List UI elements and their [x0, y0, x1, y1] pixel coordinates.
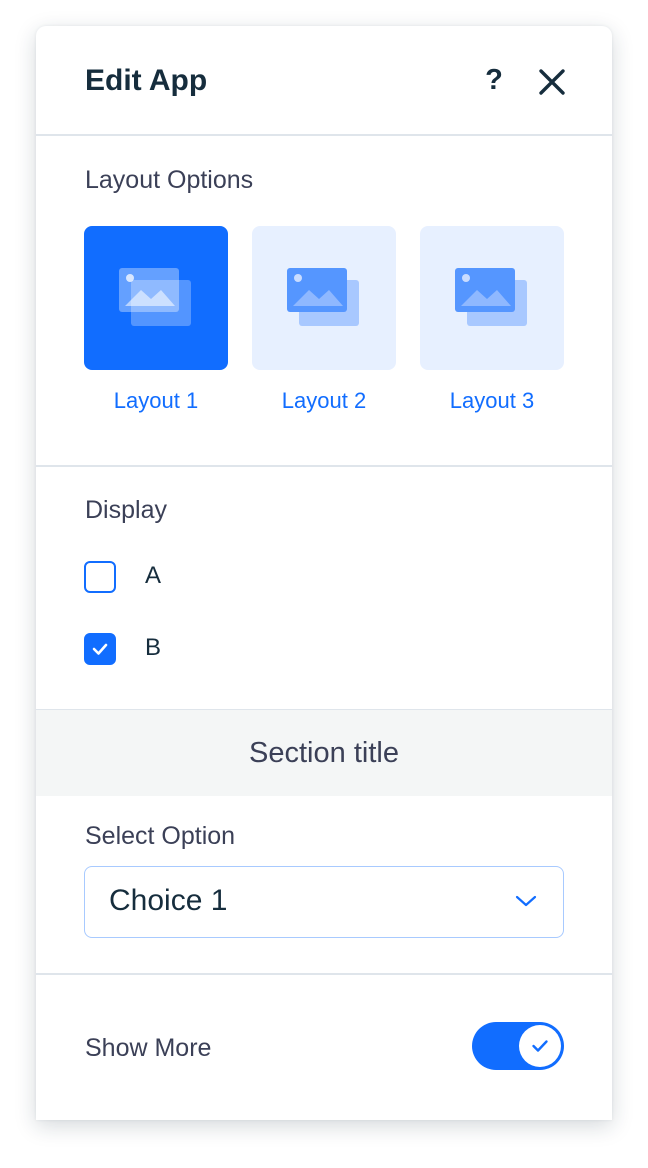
- close-icon: [539, 69, 565, 95]
- dropdown-selected-value: Choice 1: [109, 884, 228, 917]
- divider: [36, 973, 612, 975]
- edit-app-panel: Edit App ? Layout Options Layout 1 Layou…: [36, 26, 612, 1120]
- layout-option-1[interactable]: [84, 226, 228, 370]
- help-button[interactable]: ?: [476, 62, 512, 98]
- layout-option-1-label[interactable]: Layout 1: [84, 388, 228, 414]
- image-gallery-icon: [119, 268, 191, 326]
- checkbox-b[interactable]: [84, 633, 116, 665]
- checkbox-a[interactable]: [84, 561, 116, 593]
- image-gallery-icon: [455, 268, 527, 326]
- checkmark-icon: [532, 1040, 548, 1052]
- chevron-down-icon: [515, 895, 537, 907]
- layout-option-2-label[interactable]: Layout 2: [252, 388, 396, 414]
- display-label: Display: [85, 496, 167, 524]
- divider: [36, 134, 612, 136]
- layout-option-3[interactable]: [420, 226, 564, 370]
- section-title: Section title: [249, 736, 399, 769]
- question-mark-icon: ?: [485, 63, 503, 96]
- image-gallery-icon: [287, 268, 359, 326]
- layout-options-label: Layout Options: [85, 166, 254, 194]
- layout-option-2[interactable]: [252, 226, 396, 370]
- checkbox-b-row[interactable]: B: [84, 633, 284, 665]
- layout-option-3-label[interactable]: Layout 3: [420, 388, 564, 414]
- show-more-toggle[interactable]: [472, 1022, 564, 1070]
- divider: [36, 465, 612, 467]
- checkbox-b-label: B: [145, 634, 162, 661]
- checkbox-a-row[interactable]: A: [84, 561, 284, 593]
- checkbox-a-label: A: [145, 562, 162, 589]
- panel-title: Edit App: [85, 64, 208, 97]
- show-more-label: Show More: [85, 1034, 212, 1062]
- toggle-knob: [519, 1025, 561, 1067]
- panel-header: Edit App ?: [36, 26, 612, 136]
- select-option-label: Select Option: [85, 822, 236, 850]
- section-title-bar: Section title: [36, 709, 612, 796]
- checkmark-icon: [92, 643, 108, 655]
- select-option-dropdown[interactable]: Choice 1: [84, 866, 564, 938]
- close-button[interactable]: [536, 66, 568, 98]
